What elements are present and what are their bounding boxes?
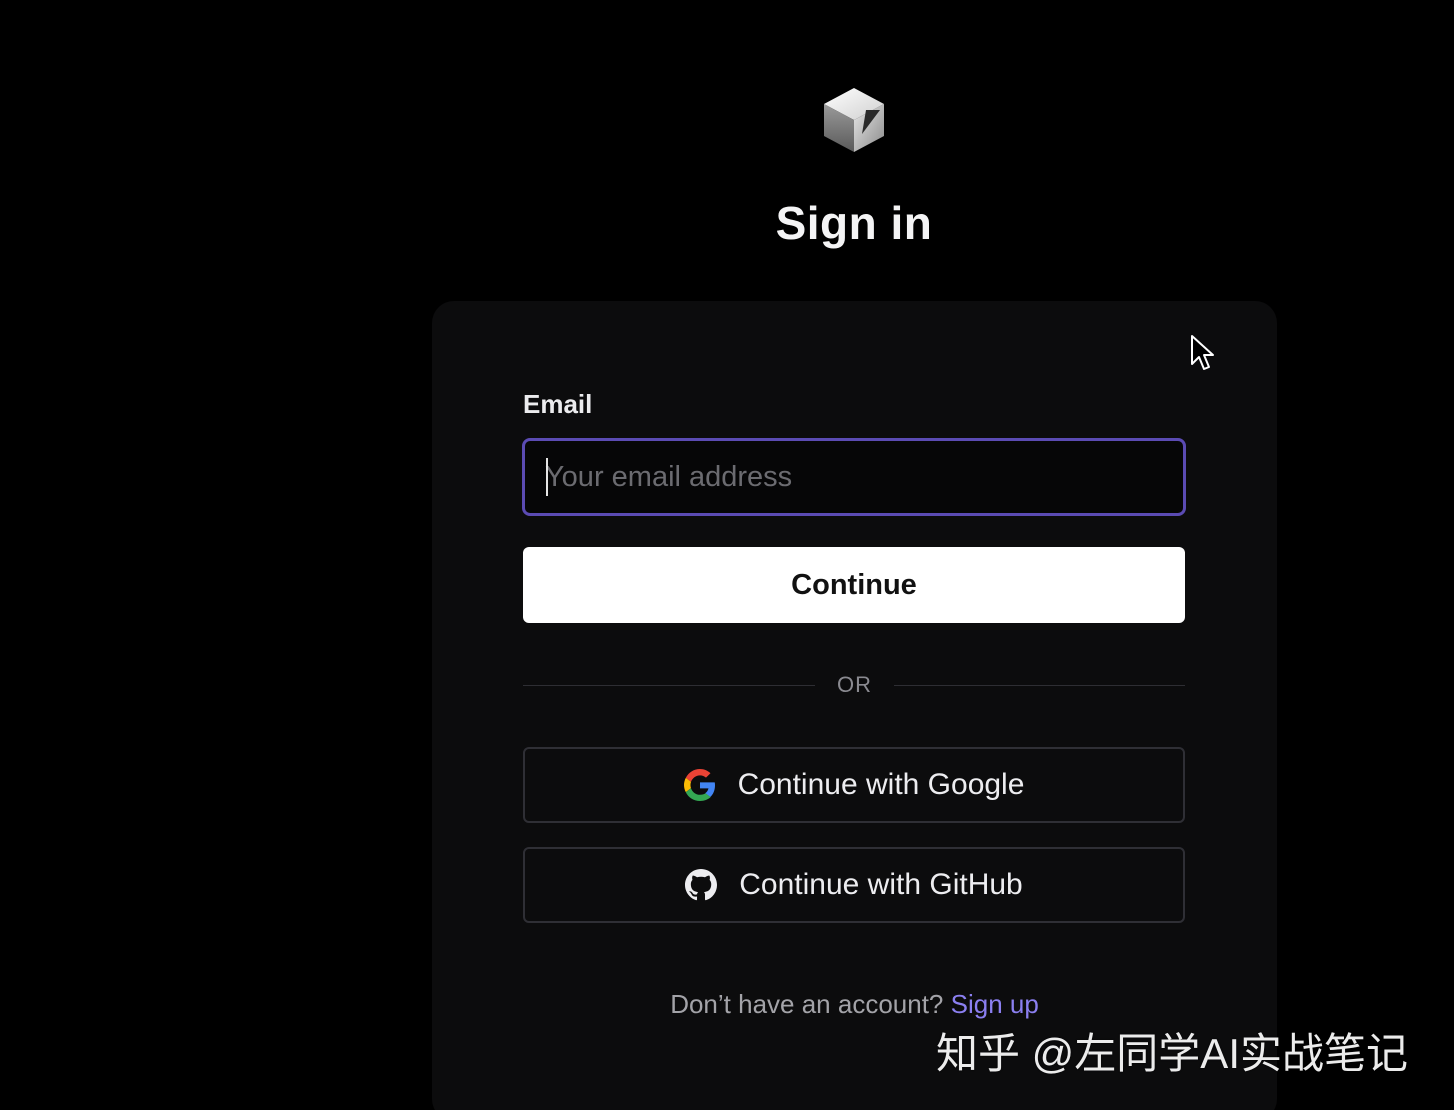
signup-prompt-text: Don’t have an account?: [670, 989, 944, 1019]
github-icon: [685, 869, 718, 901]
continue-button[interactable]: Continue: [523, 547, 1185, 623]
github-button-label: Continue with GitHub: [739, 868, 1023, 901]
text-caret: [546, 458, 548, 496]
mouse-pointer-icon: [1191, 335, 1214, 370]
divider-line-left: [523, 685, 815, 686]
email-field[interactable]: [522, 438, 1186, 516]
sign-in-page: Sign in Email Continue OR Continue with …: [0, 0, 1454, 1110]
page-title: Sign in: [775, 197, 933, 249]
sign-in-card: Email Continue OR Continue with Google C…: [432, 301, 1277, 1110]
google-icon: [683, 769, 715, 801]
divider-line-right: [894, 685, 1185, 686]
watermark-text: 知乎 @左同学AI实战笔记: [936, 1030, 1408, 1077]
signup-prompt: Don’t have an account? Sign up: [432, 989, 1277, 1020]
google-button-label: Continue with Google: [737, 768, 1025, 801]
email-label: Email: [523, 389, 593, 419]
continue-with-google-button[interactable]: Continue with Google: [523, 747, 1185, 823]
sign-up-link[interactable]: Sign up: [951, 989, 1039, 1019]
cube-logo-icon: [824, 88, 884, 152]
continue-with-github-button[interactable]: Continue with GitHub: [523, 847, 1185, 923]
divider-or-text: OR: [837, 672, 872, 697]
